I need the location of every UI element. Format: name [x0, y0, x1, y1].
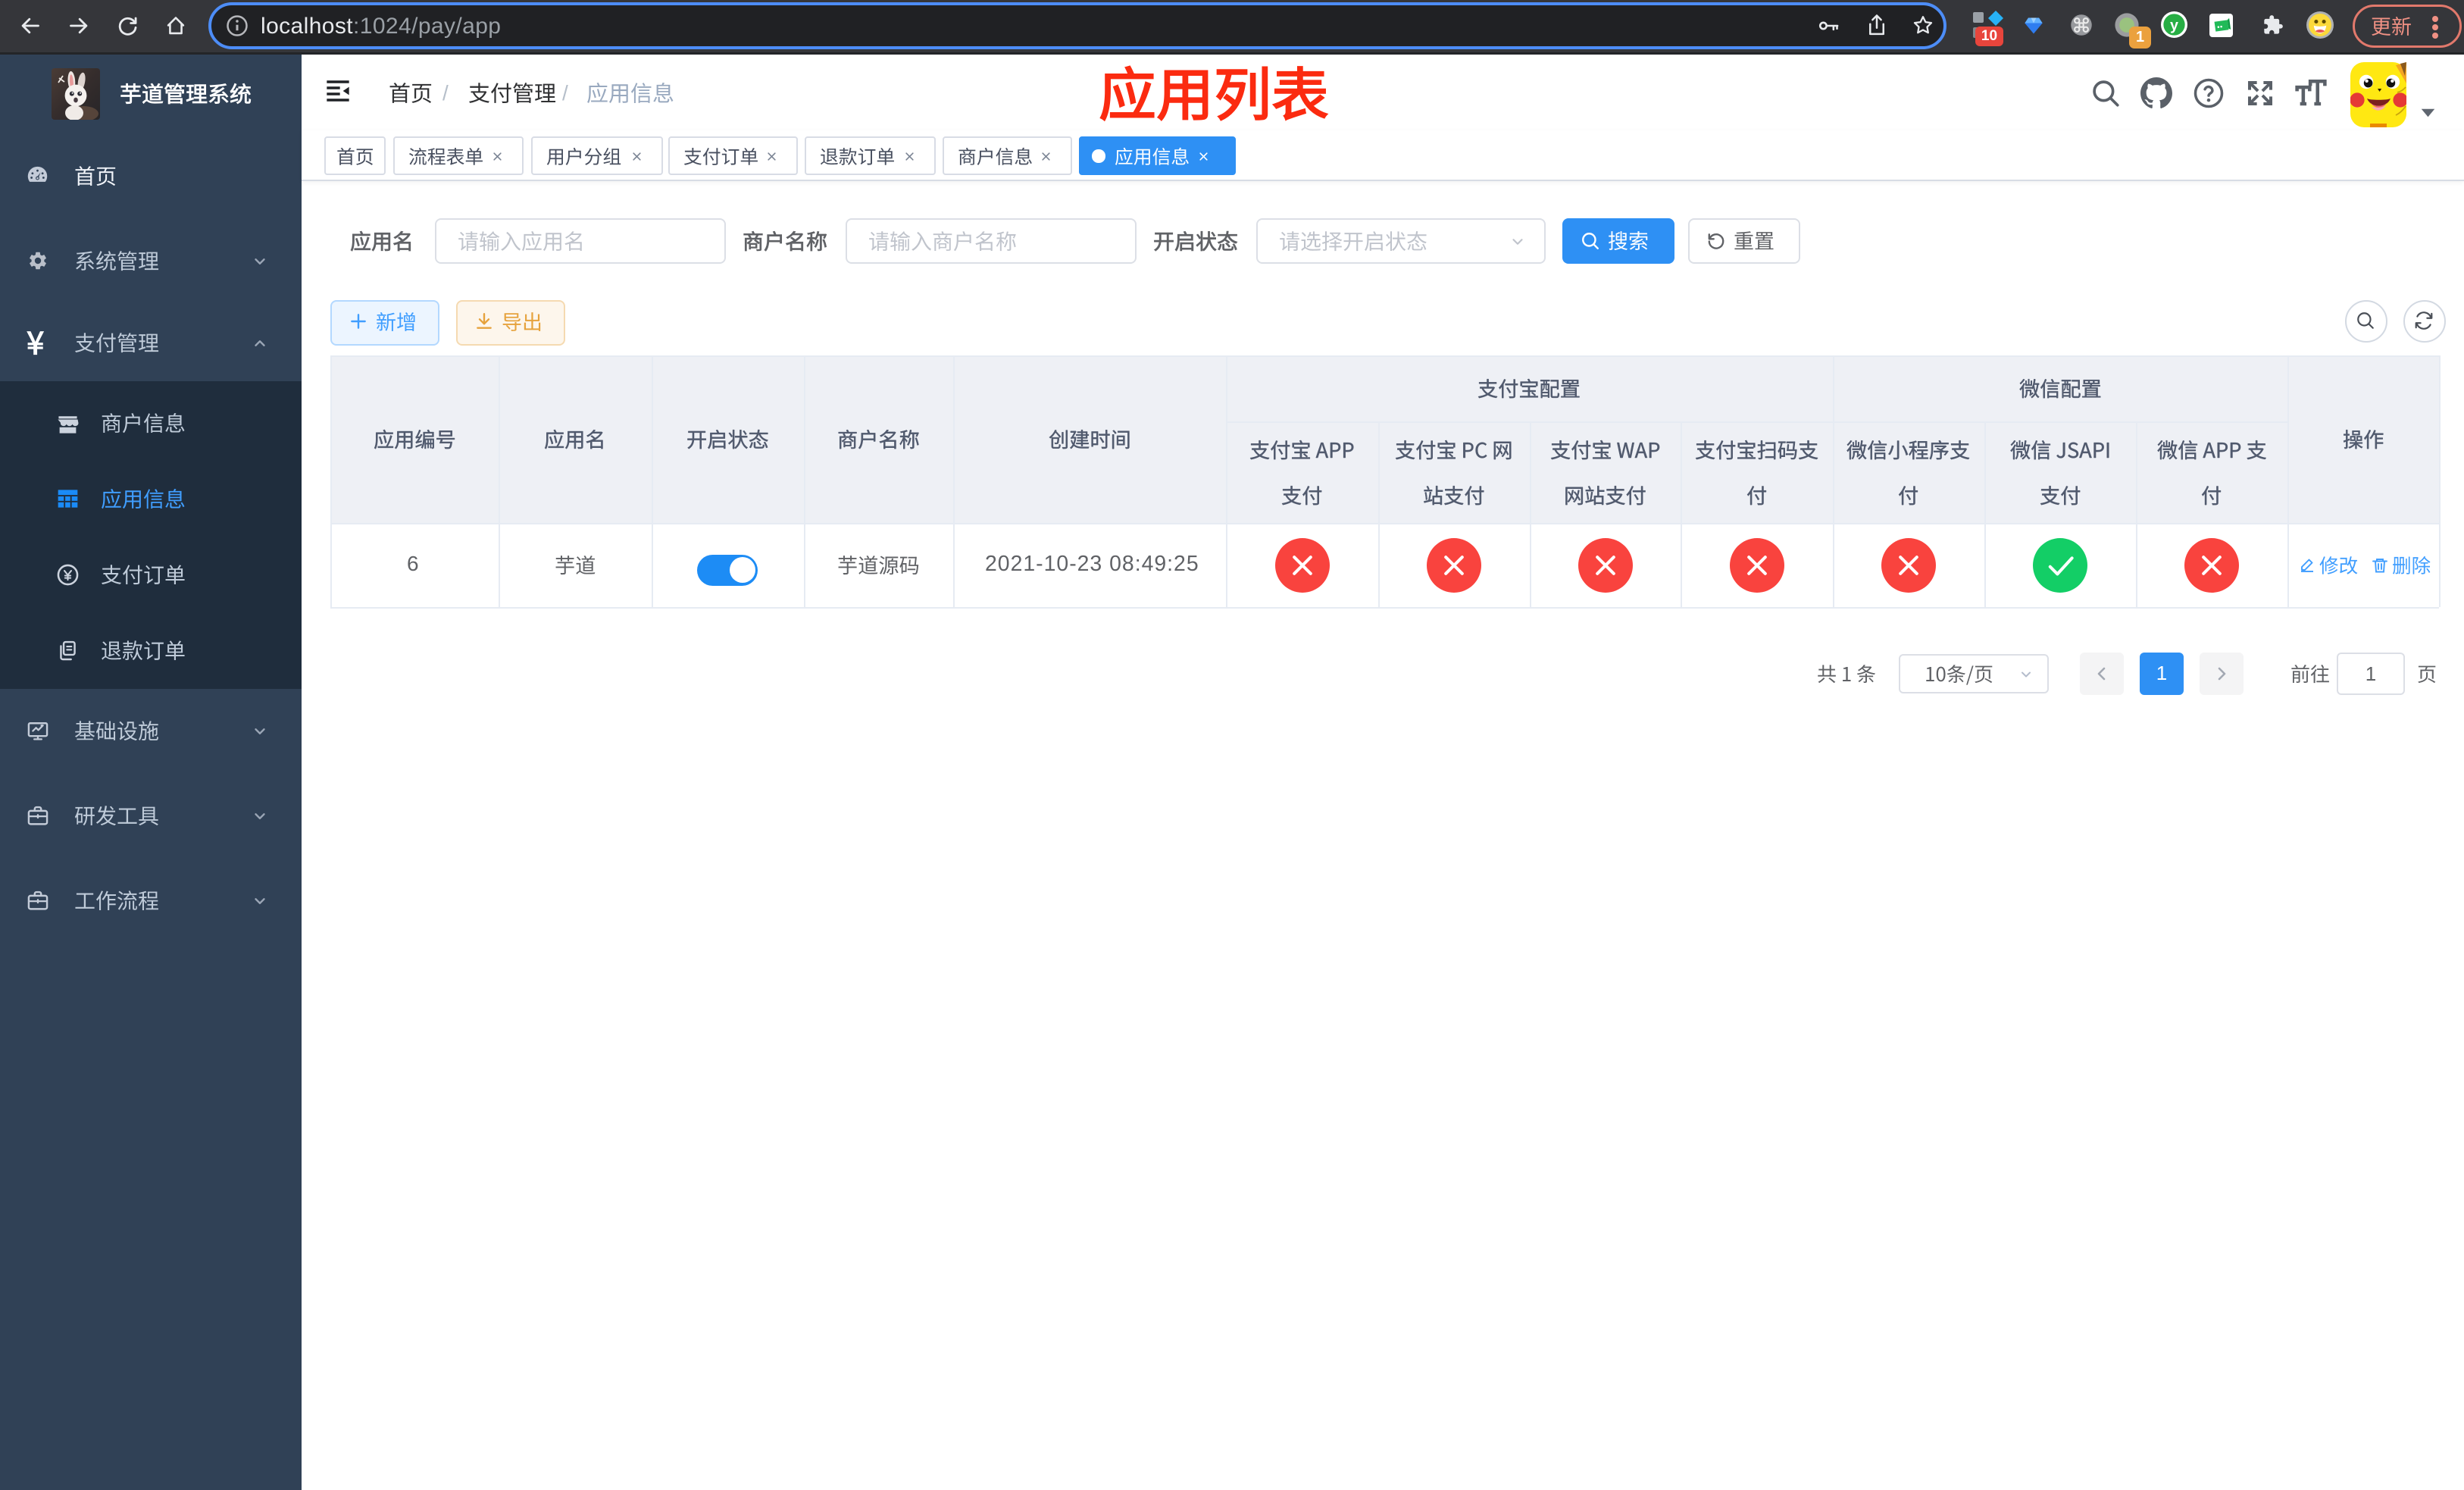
svg-text:y: y — [2170, 17, 2178, 34]
